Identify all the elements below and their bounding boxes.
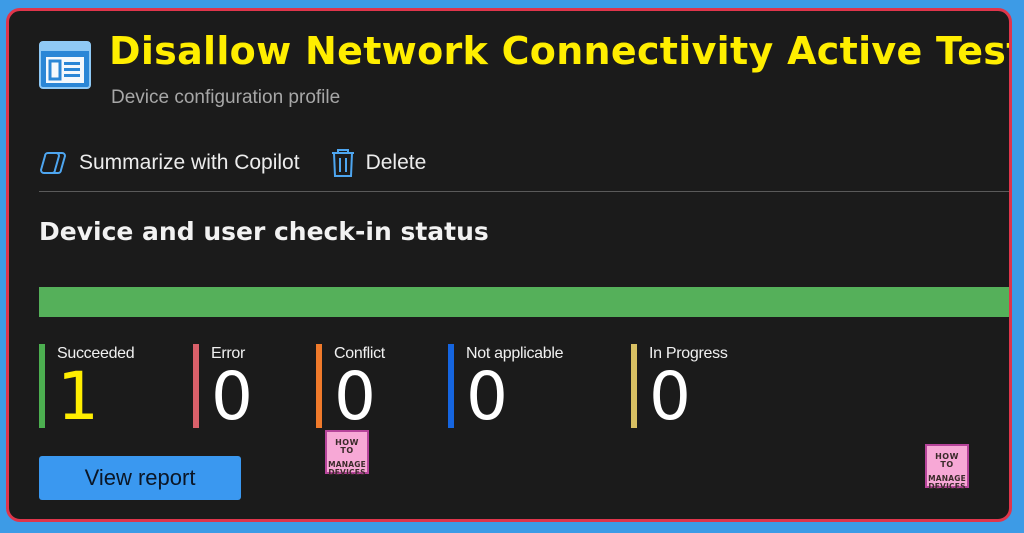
toolbar: Summarize with Copilot Delete <box>39 143 1009 183</box>
watermark-logo-bottom: MANAGE DEVICES <box>328 460 366 477</box>
stat-not-applicable-value: 0 <box>466 358 508 435</box>
delete-label: Delete <box>365 151 427 174</box>
checkin-status-title: Device and user check-in status <box>39 217 489 246</box>
stat-succeeded[interactable]: Succeeded 1 <box>39 344 135 435</box>
view-report-button[interactable]: View report <box>39 456 241 500</box>
checkin-progress-fill <box>39 287 1009 317</box>
page-title: Disallow Network Connectivity Active Tes… <box>109 29 1012 73</box>
summarize-copilot-button[interactable]: Summarize with Copilot <box>39 149 300 177</box>
stat-in-progress[interactable]: In Progress 0 <box>631 344 728 435</box>
toolbar-divider <box>39 191 1009 192</box>
checkin-progress-bar <box>39 287 1009 317</box>
stat-conflict-value: 0 <box>334 358 376 435</box>
stat-error-value: 0 <box>211 358 253 435</box>
watermark-logo: HOW TO MANAGE DEVICES <box>325 430 369 477</box>
page-subtitle: Device configuration profile <box>111 87 341 108</box>
watermark-logo-top: HOW TO <box>335 438 359 455</box>
delete-button[interactable]: Delete <box>330 148 427 178</box>
stat-succeeded-value: 1 <box>57 358 99 435</box>
stat-not-applicable[interactable]: Not applicable 0 <box>448 344 564 435</box>
copilot-icon <box>39 152 67 174</box>
profile-icon <box>39 41 91 89</box>
stat-conflict[interactable]: Conflict 0 <box>316 344 385 435</box>
stat-error[interactable]: Error 0 <box>193 344 253 435</box>
trash-icon <box>331 149 354 177</box>
profile-card: Disallow Network Connectivity Active Tes… <box>6 8 1012 522</box>
watermark-logo-2: HOW TO MANAGE DEVICES <box>925 444 969 491</box>
stat-in-progress-value: 0 <box>649 358 691 435</box>
summarize-copilot-label: Summarize with Copilot <box>79 151 300 174</box>
watermark-logo-2-bottom: MANAGE DEVICES <box>928 474 966 491</box>
watermark-logo-2-top: HOW TO <box>935 452 959 469</box>
